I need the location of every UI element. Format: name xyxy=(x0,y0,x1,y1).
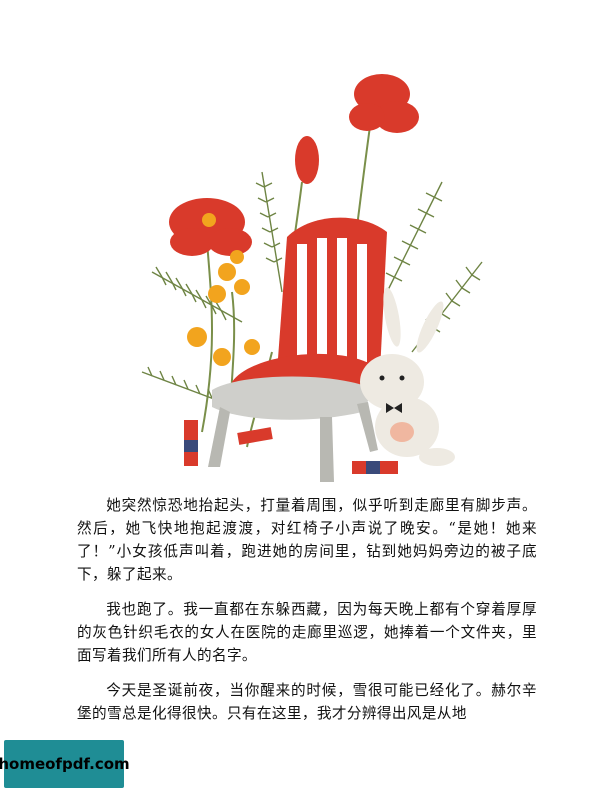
watermark-text: homeofpdf.com xyxy=(0,755,130,773)
paragraph-1: 她突然惊恐地抬起头，打量着周围，似乎听到走廊里有脚步声。然后，她飞快地抱起渡渡，… xyxy=(77,497,537,583)
illustration xyxy=(141,74,483,482)
body-text: 她突然惊恐地抬起头，打量着周围，似乎听到走廊里有脚步声。然后，她飞快地抱起渡渡，… xyxy=(77,494,537,737)
watermark-badge[interactable]: homeofpdf.com xyxy=(0,740,130,788)
paragraph-3: 今天是圣诞前夜，当你醒来的时候，雪很可能已经化了。赫尔辛堡的雪总是化得很快。只有… xyxy=(77,682,537,722)
paragraph-2: 我也跑了。我一直都在东躲西藏，因为每天晚上都有个穿着厚厚的灰色针织毛衣的女人在医… xyxy=(77,601,537,664)
